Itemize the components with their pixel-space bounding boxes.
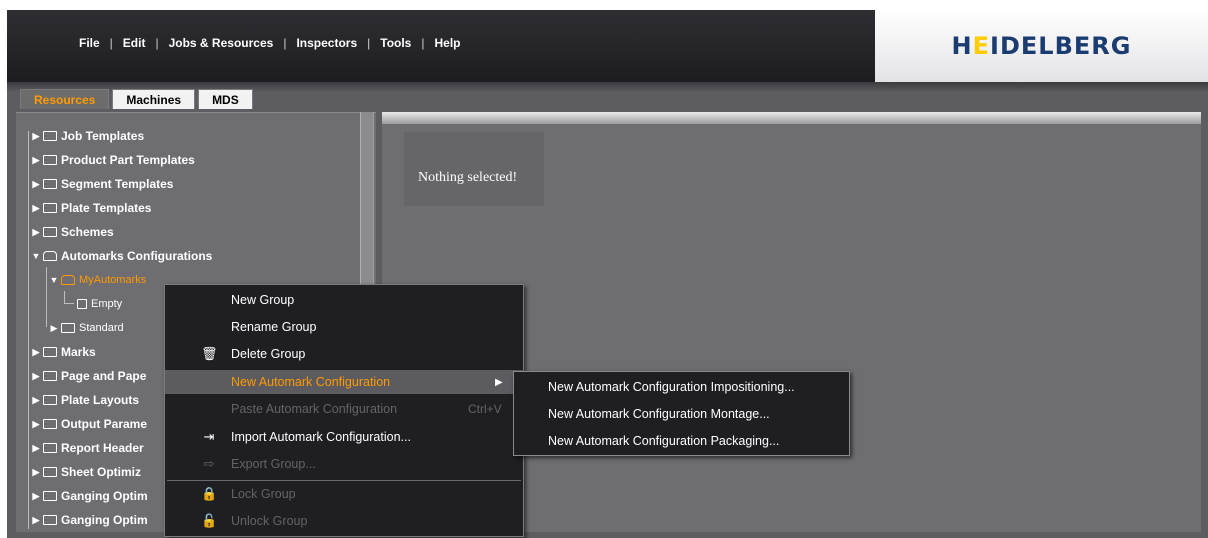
tree-item-empty[interactable]: Empty: [76, 294, 122, 314]
collapse-arrow-icon[interactable]: ▼: [48, 275, 60, 285]
expand-arrow-icon[interactable]: ▶: [48, 323, 60, 334]
expand-arrow-icon[interactable]: ▶: [30, 227, 42, 238]
menu-item-unlock-group[interactable]: 🔓 Unlock Group: [165, 509, 523, 533]
tab-bar: Resources Machines MDS: [20, 89, 256, 109]
folder-icon: [43, 203, 57, 213]
menu-help[interactable]: Help: [434, 36, 460, 50]
folder-icon: [43, 179, 57, 189]
tree-item-page-and-paper[interactable]: ▶ Page and Pape: [30, 366, 147, 386]
context-menu: New Group Rename Group 🗑 Delete Group Ne…: [164, 284, 524, 537]
expand-arrow-icon[interactable]: ▶: [30, 515, 42, 526]
header-bar: File | Edit | Jobs & Resources | Inspect…: [7, 10, 1208, 82]
folder-icon: [43, 467, 57, 477]
tree-item-automarks-configurations[interactable]: ▼ Automarks Configurations: [30, 246, 213, 266]
menu-item-lock-group[interactable]: 🔒 Lock Group: [165, 482, 523, 506]
tree-item-plate-layouts[interactable]: ▶ Plate Layouts: [30, 390, 140, 410]
submenu-arrow-icon: ▶: [495, 376, 503, 388]
tree-item-myautomarks[interactable]: ▼ MyAutomarks: [48, 270, 147, 290]
tree-item-sheet-optimization[interactable]: ▶ Sheet Optimiz: [30, 462, 141, 482]
menu-tools[interactable]: Tools: [380, 36, 411, 50]
menu-item-import-automark-configuration[interactable]: ⇥ Import Automark Configuration...: [165, 425, 523, 449]
menu-item-new-automark-configuration[interactable]: New Automark Configuration ▶: [165, 370, 523, 394]
open-folder-icon: [61, 275, 75, 285]
tree-item-schemes[interactable]: ▶ Schemes: [30, 222, 114, 242]
folder-icon: [61, 323, 75, 333]
menu-separator: |: [155, 36, 159, 50]
expand-arrow-icon[interactable]: ▶: [30, 443, 42, 454]
expand-arrow-icon[interactable]: ▶: [30, 491, 42, 502]
menu-file[interactable]: File: [79, 36, 100, 50]
folder-icon: [43, 395, 57, 405]
export-icon: ⇨: [203, 456, 215, 471]
expand-arrow-icon[interactable]: ▶: [30, 419, 42, 430]
submenu-new-automark: New Automark Configuration Impositioning…: [513, 371, 850, 456]
tab-machines[interactable]: Machines: [112, 89, 196, 109]
shortcut-label: Ctrl+V: [468, 402, 502, 416]
folder-icon: [43, 419, 57, 429]
folder-icon: [43, 155, 57, 165]
menu-jobs-resources[interactable]: Jobs & Resources: [169, 36, 274, 50]
tree-item-output-parameters[interactable]: ▶ Output Parame: [30, 414, 147, 434]
submenu-item-montage[interactable]: New Automark Configuration Montage...: [514, 401, 849, 427]
folder-icon: [43, 347, 57, 357]
menu-item-export-group[interactable]: ⇨ Export Group...: [165, 452, 523, 476]
expand-arrow-icon[interactable]: ▶: [30, 179, 42, 190]
expand-arrow-icon[interactable]: ▶: [30, 467, 42, 478]
tree-item-marks[interactable]: ▶ Marks: [30, 342, 96, 362]
menu-item-new-group[interactable]: New Group: [165, 288, 523, 312]
menu-separator: |: [367, 36, 371, 50]
menu-separator-line: [167, 480, 521, 481]
folder-icon: [43, 443, 57, 453]
tab-resources[interactable]: Resources: [20, 89, 110, 109]
expand-arrow-icon[interactable]: ▶: [30, 347, 42, 358]
logo-text: HEIDELBERG: [951, 32, 1132, 60]
folder-icon: [43, 131, 57, 141]
menu-inspectors[interactable]: Inspectors: [296, 36, 357, 50]
folder-icon: [43, 227, 57, 237]
tab-mds[interactable]: MDS: [198, 89, 253, 109]
open-folder-icon: [43, 251, 57, 261]
lock-icon: 🔒: [201, 486, 218, 501]
menu-edit[interactable]: Edit: [123, 36, 146, 50]
tree-item-standard[interactable]: ▶ Standard: [48, 318, 124, 338]
submenu-item-packaging[interactable]: New Automark Configuration Packaging...: [514, 428, 849, 454]
document-icon: [77, 299, 87, 309]
menu-separator: |: [421, 36, 425, 50]
detail-panel-header: [382, 112, 1201, 124]
expand-arrow-icon[interactable]: ▶: [30, 395, 42, 406]
tree-item-plate-templates[interactable]: ▶ Plate Templates: [30, 198, 152, 218]
tree-line: [64, 291, 65, 303]
expand-arrow-icon[interactable]: ▶: [30, 155, 42, 166]
tree-item-product-part-templates[interactable]: ▶ Product Part Templates: [30, 150, 195, 170]
menu-item-paste-automark-configuration[interactable]: Paste Automark Configuration Ctrl+V: [165, 397, 523, 421]
tree-item-segment-templates[interactable]: ▶ Segment Templates: [30, 174, 174, 194]
folder-icon: [43, 371, 57, 381]
unlock-icon: 🔓: [201, 513, 218, 528]
expand-arrow-icon[interactable]: ▶: [30, 371, 42, 382]
expand-arrow-icon[interactable]: ▶: [30, 131, 42, 142]
menu-bar: File | Edit | Jobs & Resources | Inspect…: [79, 34, 461, 52]
tree-line: [64, 303, 74, 304]
tree-item-report-header[interactable]: ▶ Report Header: [30, 438, 144, 458]
tree-line: [28, 131, 29, 529]
tree-line: [46, 267, 47, 327]
empty-state-box: [404, 132, 544, 206]
folder-icon: [43, 491, 57, 501]
folder-icon: [43, 515, 57, 525]
submenu-item-impositioning[interactable]: New Automark Configuration Impositioning…: [514, 374, 849, 400]
collapse-arrow-icon[interactable]: ▼: [30, 251, 42, 261]
menu-separator: |: [283, 36, 287, 50]
menu-separator: |: [109, 36, 113, 50]
tree-item-ganging-optimization-2[interactable]: ▶ Ganging Optim: [30, 510, 148, 530]
menu-item-delete-group[interactable]: 🗑 Delete Group: [165, 342, 523, 366]
tree-item-job-templates[interactable]: ▶ Job Templates: [30, 126, 145, 146]
empty-state-message: Nothing selected!: [418, 170, 518, 185]
expand-arrow-icon[interactable]: ▶: [30, 203, 42, 214]
menu-item-rename-group[interactable]: Rename Group: [165, 315, 523, 339]
tree-item-ganging-optimization[interactable]: ▶ Ganging Optim: [30, 486, 148, 506]
heidelberg-logo: HEIDELBERG: [875, 10, 1208, 82]
import-icon: ⇥: [203, 429, 215, 444]
trash-icon: 🗑: [201, 346, 218, 361]
